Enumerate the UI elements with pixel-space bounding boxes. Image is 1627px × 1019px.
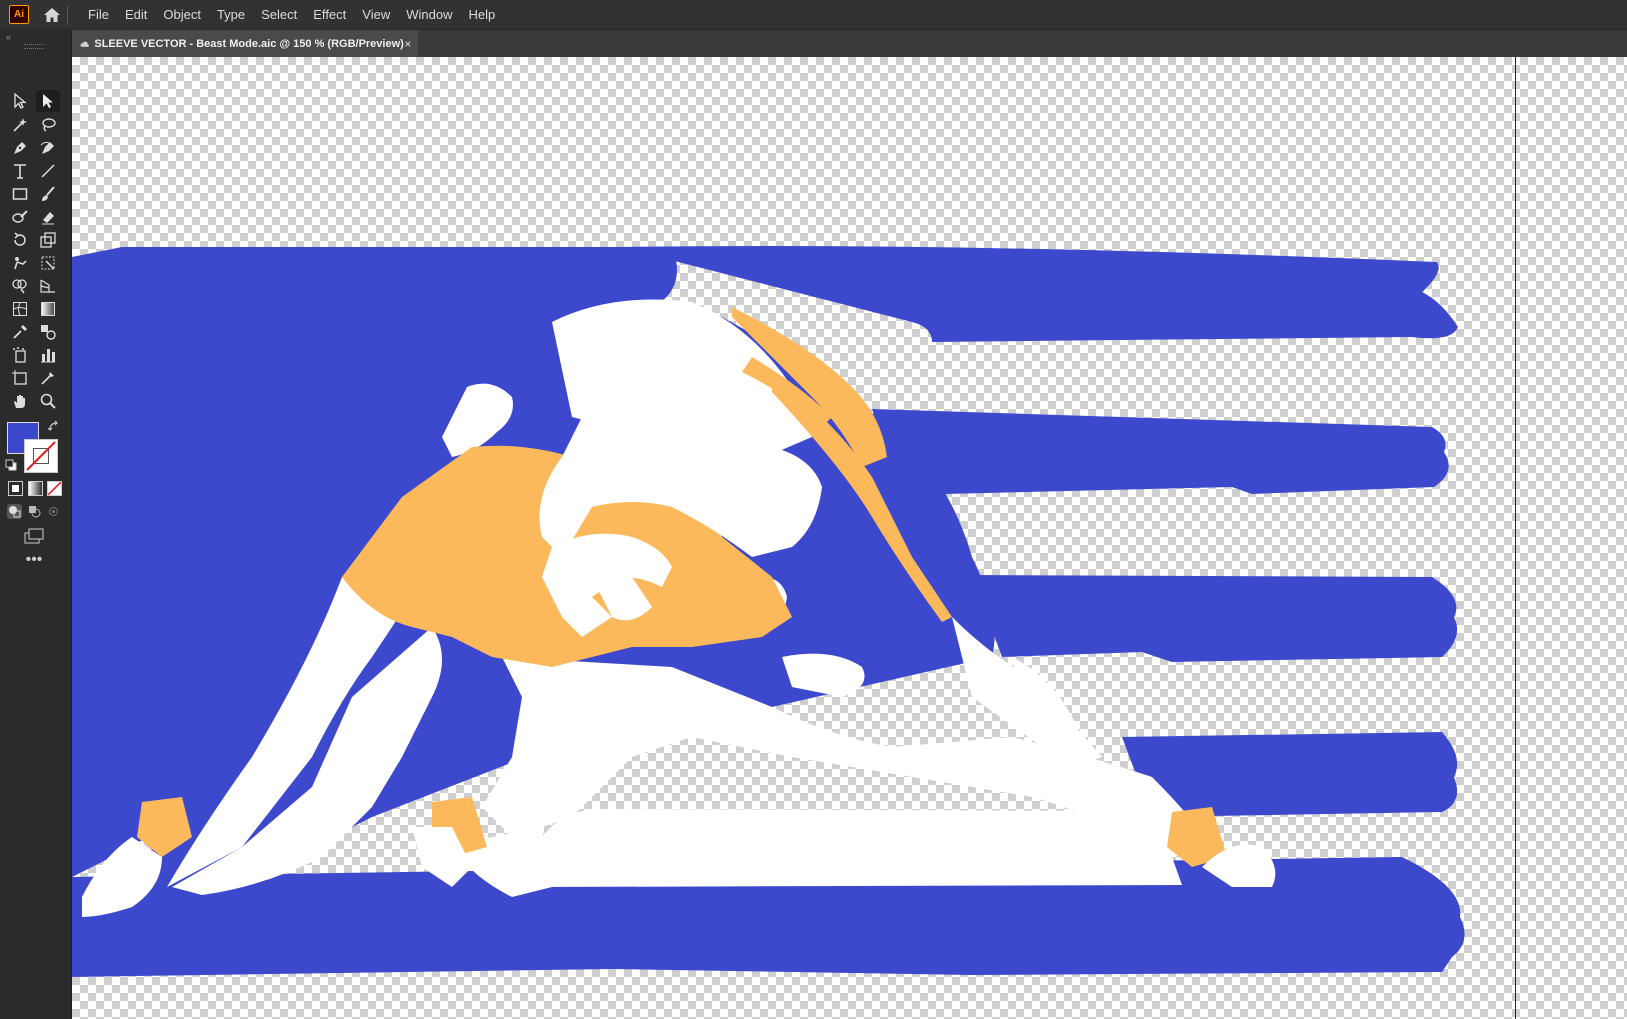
- column-graph-tool-icon[interactable]: [36, 344, 60, 366]
- zoom-tool-icon[interactable]: [36, 390, 60, 412]
- document-title: SLEEVE VECTOR - Beast Mode.aic @ 150 % (…: [94, 37, 404, 50]
- draw-inside-icon[interactable]: [46, 504, 61, 519]
- draw-normal-icon[interactable]: [7, 504, 22, 519]
- tools-panel: « •••: [0, 30, 72, 1019]
- wrestling-flag-artwork: [72, 246, 1465, 977]
- line-segment-tool-icon[interactable]: [36, 160, 60, 182]
- screen-mode-icon[interactable]: [22, 527, 46, 545]
- collapse-panel-icon[interactable]: «: [6, 32, 11, 42]
- menu-object[interactable]: Object: [155, 0, 209, 29]
- mat-highlight: [532, 809, 1182, 887]
- rotate-tool-icon[interactable]: [8, 229, 32, 251]
- menu-type[interactable]: Type: [209, 0, 253, 29]
- slice-tool-icon[interactable]: [36, 367, 60, 389]
- blend-tool-icon[interactable]: [36, 321, 60, 343]
- menu-file[interactable]: File: [80, 0, 117, 29]
- menu-window[interactable]: Window: [398, 0, 460, 29]
- gradient-tool-icon[interactable]: [36, 298, 60, 320]
- none-mode-icon[interactable]: [47, 481, 62, 496]
- cloud-document-icon: [80, 41, 89, 47]
- default-fill-stroke-icon[interactable]: [5, 458, 17, 471]
- pen-tool-icon[interactable]: [8, 137, 32, 159]
- selection-tool-icon[interactable]: [8, 90, 32, 112]
- none-slash-icon: [26, 441, 56, 471]
- paintbrush-tool-icon[interactable]: [36, 183, 60, 205]
- shaper-tool-icon[interactable]: [8, 206, 32, 228]
- menu-select[interactable]: Select: [253, 0, 305, 29]
- menu-effect[interactable]: Effect: [305, 0, 354, 29]
- panel-grip-handle[interactable]: [24, 44, 44, 49]
- menu-view[interactable]: View: [354, 0, 398, 29]
- direct-selection-tool-icon[interactable]: [36, 90, 60, 112]
- eyedropper-tool-icon[interactable]: [8, 321, 32, 343]
- perspective-grid-tool-icon[interactable]: [36, 275, 60, 297]
- draw-behind-icon[interactable]: [27, 504, 42, 519]
- hand-tool-icon[interactable]: [8, 390, 32, 412]
- color-mode-icon[interactable]: [8, 481, 23, 496]
- type-tool-icon[interactable]: [8, 160, 32, 182]
- puppet-warp-tool-icon[interactable]: [8, 252, 32, 274]
- canvas-area[interactable]: [72, 57, 1627, 1019]
- artboard-right-edge: [1515, 57, 1516, 1019]
- more-tools-button[interactable]: •••: [22, 552, 46, 571]
- stroke-color-swatch[interactable]: [24, 439, 58, 473]
- artboard-tool-icon[interactable]: [8, 367, 32, 389]
- free-transform-tool-icon[interactable]: [36, 252, 60, 274]
- swap-fill-stroke-icon[interactable]: [47, 420, 61, 434]
- menu-bar: Ai File Edit Object Type Select Effect V…: [0, 0, 1627, 30]
- menu-edit[interactable]: Edit: [117, 0, 155, 29]
- home-icon[interactable]: [41, 4, 63, 26]
- shape-builder-tool-icon[interactable]: [8, 275, 32, 297]
- illustrator-logo: Ai: [9, 5, 29, 24]
- symbol-sprayer-tool-icon[interactable]: [8, 344, 32, 366]
- menu-help[interactable]: Help: [460, 0, 503, 29]
- document-tab[interactable]: SLEEVE VECTOR - Beast Mode.aic @ 150 % (…: [72, 30, 418, 57]
- document-tab-bar: SLEEVE VECTOR - Beast Mode.aic @ 150 % (…: [72, 30, 1627, 57]
- close-document-button[interactable]: ×: [404, 37, 412, 51]
- scale-tool-icon[interactable]: [36, 229, 60, 251]
- lasso-tool-icon[interactable]: [36, 114, 60, 136]
- magic-wand-tool-icon[interactable]: [8, 114, 32, 136]
- mesh-tool-icon[interactable]: [8, 298, 32, 320]
- gradient-mode-icon[interactable]: [28, 481, 43, 496]
- curvature-tool-icon[interactable]: [36, 137, 60, 159]
- rectangle-tool-icon[interactable]: [8, 183, 32, 205]
- menu-separator: [67, 5, 68, 24]
- eraser-tool-icon[interactable]: [36, 206, 60, 228]
